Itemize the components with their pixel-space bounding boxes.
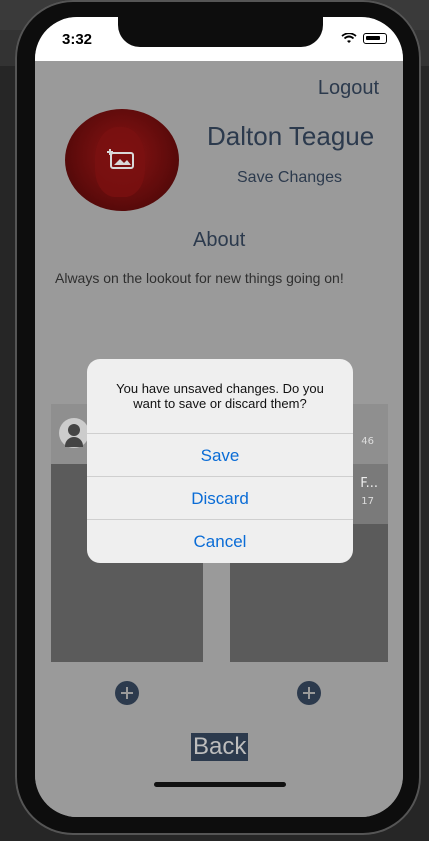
alert-discard-button[interactable]: Discard [87, 476, 353, 520]
profile-avatar[interactable] [65, 109, 179, 211]
alert-cancel-button[interactable]: Cancel [87, 519, 353, 563]
status-icons [341, 33, 387, 44]
profile-bio[interactable]: Always on the lookout for new things goi… [55, 270, 344, 286]
phone-frame: 3:32 Logout Dalton Teague Save Changes A… [15, 0, 421, 835]
card-count: 17 [361, 496, 374, 507]
about-heading: About [193, 229, 246, 251]
add-icon[interactable] [115, 681, 139, 705]
status-time: 3:32 [62, 31, 93, 48]
unsaved-changes-alert: You have unsaved changes. Do you want to… [87, 359, 353, 563]
save-changes-button[interactable]: Save Changes [237, 169, 342, 187]
back-button[interactable]: Back [191, 733, 249, 761]
home-indicator[interactable] [154, 782, 286, 787]
add-icon[interactable] [297, 681, 321, 705]
card-title: F... [360, 476, 378, 491]
notch [118, 17, 323, 47]
user-avatar-icon [59, 418, 89, 448]
phone-screen: 3:32 Logout Dalton Teague Save Changes A… [35, 17, 403, 817]
profile-name: Dalton Teague [207, 121, 375, 151]
battery-icon [363, 33, 387, 44]
logout-button[interactable]: Logout [318, 77, 379, 100]
card-count: 46 [361, 436, 374, 447]
alert-save-button[interactable]: Save [87, 433, 353, 477]
add-photo-icon [107, 149, 134, 169]
alert-message: You have unsaved changes. Do you want to… [116, 381, 324, 411]
wifi-icon [341, 33, 357, 43]
profile-screen: Logout Dalton Teague Save Changes About … [35, 61, 403, 817]
